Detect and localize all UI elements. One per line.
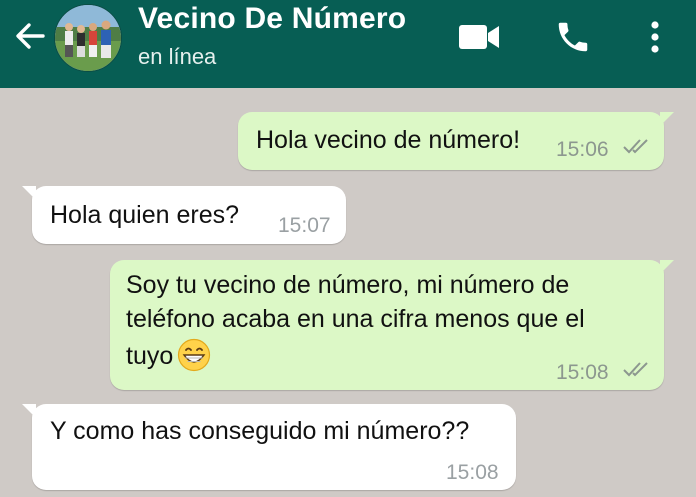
contact-status: en línea <box>138 44 217 69</box>
bubble-tail <box>660 112 674 126</box>
phone-icon <box>558 22 588 52</box>
double-check-icon <box>623 139 648 154</box>
message-bubble-incoming[interactable]: Hola quien eres? 15:07 <box>22 186 346 244</box>
message-text: Y como has conseguido mi número?? <box>50 417 470 445</box>
phone-call-button[interactable] <box>550 14 596 60</box>
video-call-icon <box>459 25 499 49</box>
bubble-tail <box>22 186 36 200</box>
bubble-tail <box>660 260 674 274</box>
grinning-face-icon <box>178 338 211 372</box>
double-check-icon <box>623 362 648 377</box>
message-text: Hola quien eres? <box>50 201 240 229</box>
video-call-button[interactable] <box>456 14 502 60</box>
back-arrow-icon <box>16 23 45 49</box>
message-time: 15:08 <box>446 461 499 484</box>
message-text-line-with-emoji: tuyo <box>126 338 211 373</box>
chat-header: Vecino De Número en línea <box>0 0 696 88</box>
message-bubble-incoming[interactable]: Y como has conseguido mi número?? 15:08 <box>22 404 516 490</box>
back-button[interactable] <box>8 14 52 58</box>
more-options-button[interactable] <box>632 14 678 60</box>
contact-avatar[interactable] <box>54 4 122 72</box>
message-bubble-outgoing[interactable]: Hola vecino de número! 15:06 <box>238 112 674 170</box>
bubble-tail <box>22 404 36 418</box>
message-text-line: teléfono acaba en una cifra menos que el <box>126 305 585 333</box>
more-vertical-icon <box>651 21 659 53</box>
contact-name[interactable]: Vecino De Número <box>138 2 406 36</box>
avatar-photo <box>55 5 121 71</box>
chat-screen: Vecino De Número en línea Hola vecino de… <box>0 0 696 497</box>
message-text-line: Soy tu vecino de número, mi número de <box>126 271 570 299</box>
message-time: 15:06 <box>556 138 609 161</box>
message-text: Hola vecino de número! <box>256 126 521 154</box>
message-time: 15:07 <box>278 214 331 237</box>
message-time: 15:08 <box>556 361 609 384</box>
message-text-line: tuyo <box>126 342 174 370</box>
message-bubble-outgoing[interactable]: Soy tu vecino de número, mi número de te… <box>110 260 674 390</box>
